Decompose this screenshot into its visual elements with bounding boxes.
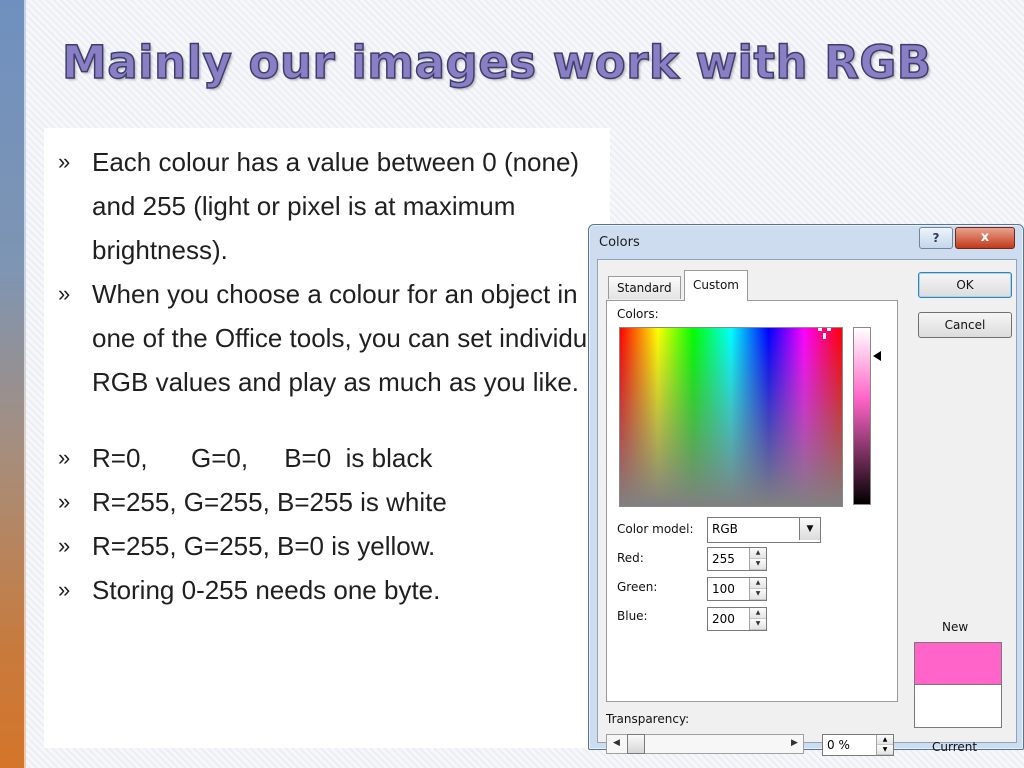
luminance-slider[interactable] [853, 327, 871, 505]
colors-dialog: Colors ? x Standard Custom Colors: Color… [588, 224, 1024, 756]
bullet-text: R=255, G=255, B=0 is yellow. [92, 531, 436, 561]
spin-down-icon[interactable]: ▼ [750, 559, 766, 570]
tab-custom[interactable]: Custom [684, 270, 748, 301]
bullet-text: R=255, G=255, B=255 is white [92, 487, 447, 517]
spin-buttons: ▲ ▼ [749, 548, 766, 570]
current-label: Current [932, 740, 978, 754]
scroll-left-icon[interactable]: ◀ [613, 738, 620, 748]
transparency-stepper[interactable]: 0 % ▲ ▼ [822, 734, 894, 756]
green-value[interactable]: 100 [712, 582, 735, 596]
help-button[interactable]: ? [919, 227, 953, 249]
bullet-marker: » [58, 281, 71, 306]
ok-button[interactable]: OK [918, 272, 1012, 298]
crosshair-icon [818, 328, 832, 342]
scroll-right-icon[interactable]: ▶ [791, 738, 798, 748]
spin-down-icon[interactable]: ▼ [750, 589, 766, 600]
transparency-value[interactable]: 0 % [827, 738, 850, 752]
red-value[interactable]: 255 [712, 552, 735, 566]
current-color-swatch [914, 684, 1002, 728]
color-model-value: RGB [712, 522, 738, 536]
spin-down-icon[interactable]: ▼ [877, 745, 893, 755]
bullet-text: Storing 0-255 needs one byte. [92, 575, 441, 605]
bullet-text: Each colour has a value between 0 (none)… [92, 147, 580, 265]
spin-buttons: ▲ ▼ [749, 608, 766, 630]
slide-title: Mainly our images work with RGB [61, 35, 932, 90]
new-label: New [942, 620, 969, 634]
slide-content-box: » Each colour has a value between 0 (non… [44, 128, 610, 748]
bullet-marker: » [58, 149, 71, 174]
green-label: Green: [617, 580, 658, 594]
cancel-button[interactable]: Cancel [918, 312, 1012, 338]
tab-standard[interactable]: Standard [608, 276, 681, 299]
spin-up-icon[interactable]: ▲ [750, 548, 766, 559]
spin-down-icon[interactable]: ▼ [750, 619, 766, 630]
bullet-marker: » [58, 533, 71, 558]
blue-label: Blue: [617, 609, 648, 623]
green-stepper[interactable]: 100 ▲ ▼ [707, 577, 767, 601]
colors-label: Colors: [617, 307, 659, 321]
bullet-text: R=0, G=0, B=0 is black [92, 443, 433, 473]
bullet-item: » Each colour has a value between 0 (non… [58, 140, 618, 272]
bullet-marker: » [58, 577, 71, 602]
dialog-client-area: Standard Custom Colors: Color model: RGB… [597, 259, 1017, 756]
bullet-item: » R=255, G=255, B=0 is yellow. [58, 524, 618, 568]
bullet-marker: » [58, 489, 71, 514]
chevron-down-icon[interactable]: ▼ [799, 518, 820, 540]
new-color-swatch [914, 642, 1002, 685]
luminance-pointer-icon[interactable] [873, 351, 881, 361]
bullet-text: When you choose a colour for an object i… [92, 279, 608, 397]
slider-thumb[interactable] [627, 734, 645, 754]
bullet-item: » R=255, G=255, B=255 is white [58, 480, 618, 524]
spacer [58, 404, 618, 436]
bullet-item: » Storing 0-255 needs one byte. [58, 568, 618, 612]
close-button[interactable]: x [955, 227, 1015, 249]
spin-up-icon[interactable]: ▲ [750, 578, 766, 589]
dialog-title: Colors [599, 235, 640, 250]
transparency-slider[interactable]: ◀ ▶ [606, 734, 804, 754]
blue-stepper[interactable]: 200 ▲ ▼ [707, 607, 767, 631]
spin-buttons: ▲ ▼ [876, 735, 893, 755]
red-label: Red: [617, 551, 644, 565]
bullet-marker: » [58, 445, 71, 470]
bullet-item: » R=0, G=0, B=0 is black [58, 436, 618, 480]
red-stepper[interactable]: 255 ▲ ▼ [707, 547, 767, 571]
spin-buttons: ▲ ▼ [749, 578, 766, 600]
color-model-label: Color model: [617, 522, 694, 536]
custom-tab-panel: Colors: Color model: RGB ▼ Red: 255 ▲ ▼ … [606, 300, 898, 702]
spin-up-icon[interactable]: ▲ [877, 735, 893, 745]
slide-accent-bar [0, 0, 26, 768]
bullet-item: » When you choose a colour for an object… [58, 272, 618, 404]
transparency-label: Transparency: [606, 712, 690, 726]
bullet-list: » Each colour has a value between 0 (non… [58, 140, 618, 612]
color-spectrum-picker[interactable] [619, 327, 843, 507]
color-model-select[interactable]: RGB ▼ [707, 517, 821, 543]
spin-up-icon[interactable]: ▲ [750, 608, 766, 619]
blue-value[interactable]: 200 [712, 612, 735, 626]
